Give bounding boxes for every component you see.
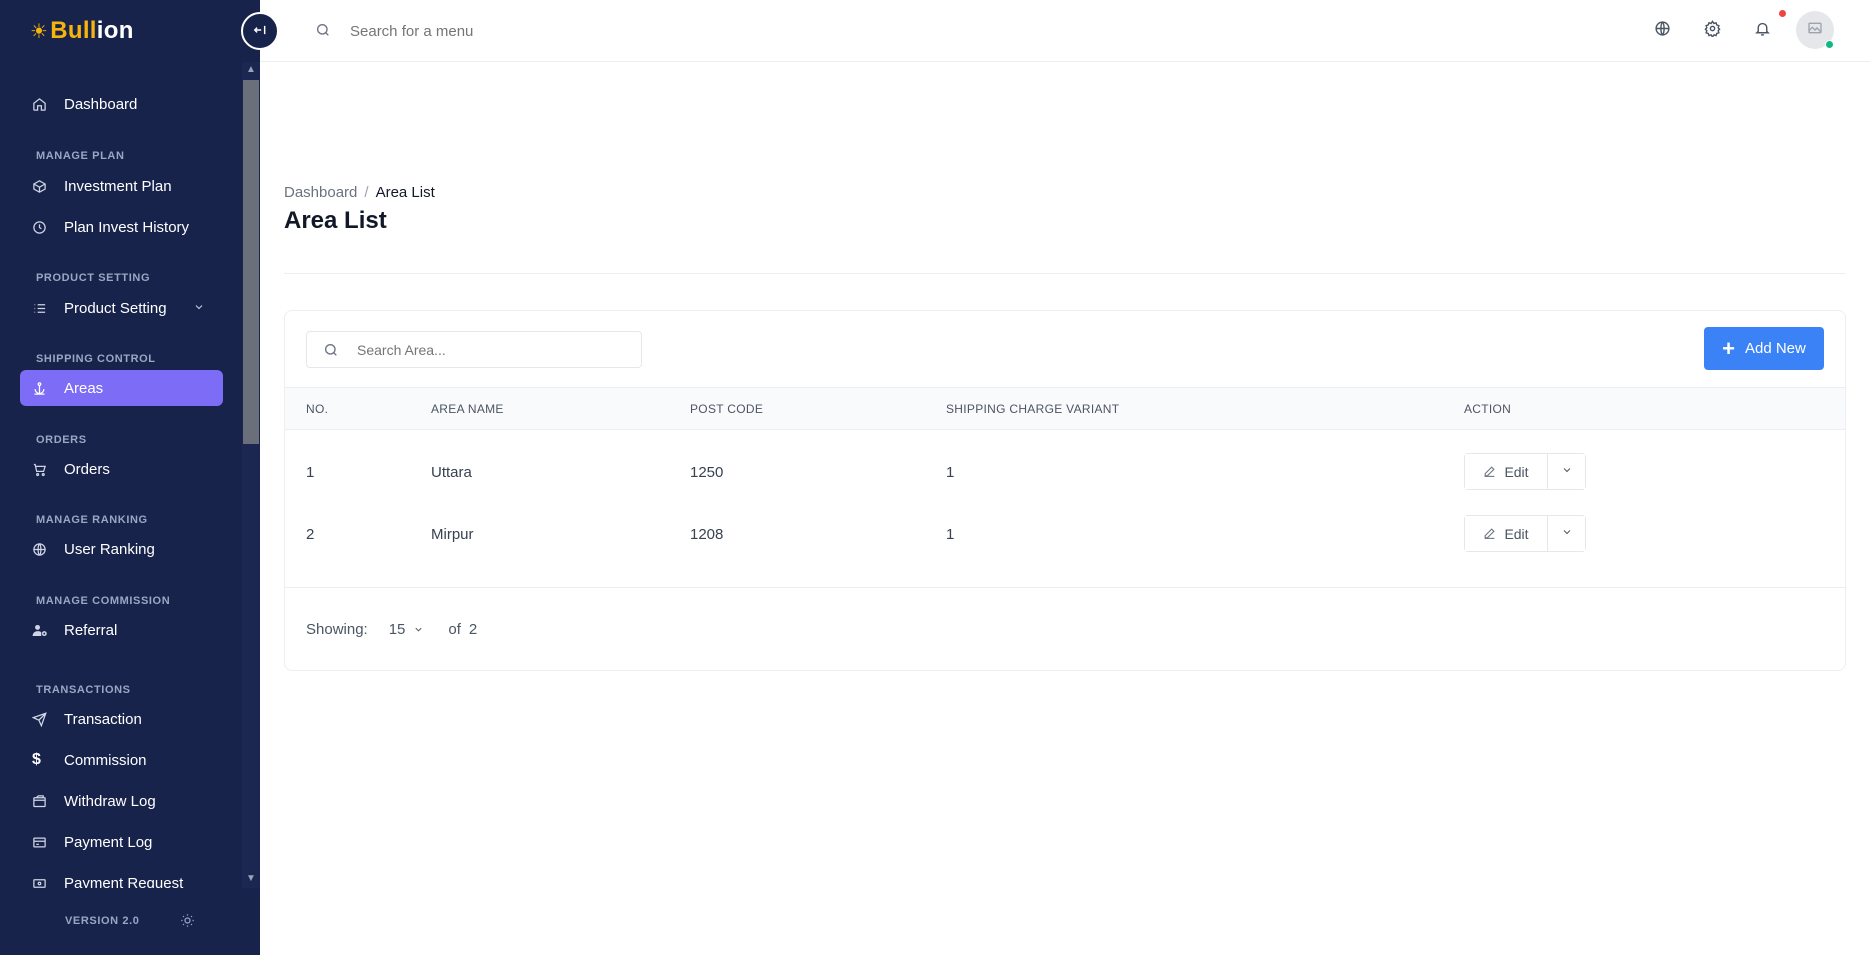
chevron-down-icon <box>413 624 424 635</box>
sidebar-item-referral[interactable]: Referral <box>20 612 223 648</box>
sidebar-section-manage-commission: MANAGE COMMISSION <box>36 595 171 607</box>
edit-icon <box>1483 465 1496 478</box>
sidebar-section-product-setting: PRODUCT SETTING <box>36 272 151 284</box>
sidebar-item-payment-request[interactable]: Payment Request <box>20 865 223 888</box>
sidebar-section-orders: ORDERS <box>36 434 87 446</box>
sidebar-item-withdraw-log[interactable]: Withdraw Log <box>20 783 223 819</box>
column-header-no[interactable]: NO. <box>306 402 328 416</box>
search-icon <box>323 342 339 363</box>
page-title: Area List <box>284 207 387 234</box>
sidebar-item-orders[interactable]: Orders <box>20 451 223 487</box>
clock-icon <box>20 220 64 235</box>
of-label: of <box>448 621 461 638</box>
breadcrumb-separator: / <box>364 184 369 201</box>
collapse-arrow-icon <box>253 23 267 40</box>
top-header <box>260 0 1870 62</box>
search-icon <box>315 22 331 43</box>
cell-area-name: Mirpur <box>431 526 474 543</box>
edit-button[interactable]: Edit <box>1465 454 1548 489</box>
sidebar-section-manage-ranking: MANAGE RANKING <box>36 514 148 526</box>
cell-shipping-variant: 1 <box>946 464 955 481</box>
table-row: 2 Mirpur 1208 1 Edit <box>285 503 1845 565</box>
cart-icon <box>20 462 64 477</box>
dollar-icon: $ <box>32 751 41 768</box>
divider <box>284 273 1846 274</box>
chevron-down-icon <box>1561 526 1573 541</box>
image-placeholder-icon <box>1807 20 1823 41</box>
online-status-dot <box>1825 40 1834 49</box>
version-label: VERSION 2.0 <box>65 915 140 927</box>
area-search-input[interactable] <box>357 340 627 360</box>
sidebar-item-user-ranking[interactable]: User Ranking <box>20 531 223 567</box>
area-search-box[interactable] <box>306 331 642 368</box>
edit-button[interactable]: Edit <box>1465 516 1548 551</box>
wallet-icon <box>20 794 64 809</box>
chevron-down-icon <box>193 300 205 317</box>
sidebar-item-plan-invest-history[interactable]: Plan Invest History <box>20 209 223 245</box>
send-icon <box>20 711 64 727</box>
total-count: 2 <box>468 621 478 638</box>
sidebar-item-transaction[interactable]: Transaction <box>20 701 223 737</box>
card-icon <box>20 835 64 850</box>
column-header-shipping-charge-variant[interactable]: SHIPPING CHARGE VARIANT <box>946 402 1119 416</box>
plus-icon: + <box>1722 335 1735 361</box>
table-row: 1 Uttara 1250 1 Edit <box>285 441 1845 503</box>
showing-label: Showing: <box>306 621 368 638</box>
sidebar-nav: Dashboard MANAGE PLAN Investment Plan Pl… <box>0 62 242 888</box>
sidebar-section-shipping-control: SHIPPING CONTROL <box>36 353 156 365</box>
globe-icon[interactable] <box>1654 20 1671 42</box>
row-action-group: Edit <box>1464 453 1586 490</box>
sun-logo-icon: ☀ <box>30 20 49 43</box>
sidebar-item-commission[interactable]: $ Commission <box>20 742 223 778</box>
row-actions-dropdown-button[interactable] <box>1548 516 1585 551</box>
column-header-area-name[interactable]: AREA NAME <box>431 402 504 416</box>
sidebar-collapse-button[interactable] <box>241 12 279 50</box>
row-actions-dropdown-button[interactable] <box>1548 454 1585 489</box>
cell-shipping-variant: 1 <box>946 526 955 543</box>
cell-area-name: Uttara <box>431 464 472 481</box>
sidebar-item-areas[interactable]: Areas <box>20 370 223 406</box>
sidebar-section-transactions: TRANSACTIONS <box>36 684 131 696</box>
edit-icon <box>1483 527 1496 540</box>
cell-no: 1 <box>306 464 315 481</box>
list-icon <box>20 301 64 316</box>
sidebar-section-manage-plan: MANAGE PLAN <box>36 150 125 162</box>
scroll-down-arrow-icon[interactable]: ▼ <box>242 872 260 886</box>
globe-icon <box>20 542 64 557</box>
sidebar-item-product-setting[interactable]: Product Setting <box>20 290 223 326</box>
gear-icon[interactable] <box>1704 20 1721 42</box>
table-header: NO. AREA NAME POST CODE SHIPPING CHARGE … <box>285 387 1845 430</box>
column-header-action: ACTION <box>1464 402 1512 416</box>
scroll-up-arrow-icon[interactable]: ▲ <box>242 63 260 77</box>
cell-post-code: 1208 <box>690 526 724 543</box>
anchor-icon <box>20 381 64 396</box>
column-header-post-code[interactable]: POST CODE <box>690 402 763 416</box>
breadcrumb: Dashboard / Area List <box>284 184 435 201</box>
menu-search-input[interactable] <box>350 18 750 44</box>
cash-icon <box>20 876 64 889</box>
notification-dot <box>1779 10 1786 17</box>
cell-no: 2 <box>306 526 315 543</box>
bell-icon[interactable] <box>1754 20 1771 42</box>
row-action-group: Edit <box>1464 515 1586 552</box>
box-icon <box>20 179 64 194</box>
user-gear-icon <box>20 623 64 638</box>
home-icon <box>20 97 64 112</box>
sun-theme-icon[interactable] <box>180 913 195 933</box>
chevron-down-icon <box>1561 464 1573 479</box>
brand-logo[interactable]: ☀ Bull ion <box>30 14 134 48</box>
sidebar-item-dashboard[interactable]: Dashboard <box>20 86 223 122</box>
pagination-info: Showing: 15 of 2 <box>306 621 477 638</box>
per-page-select[interactable]: 15 <box>389 621 425 638</box>
sidebar-item-investment-plan[interactable]: Investment Plan <box>20 168 223 204</box>
sidebar: ☀ Bull ion Dashboard MANAGE PLAN Investme… <box>0 0 260 955</box>
area-list-card: + Add New NO. AREA NAME POST CODE SHIPPI… <box>284 310 1846 671</box>
breadcrumb-current: Area List <box>375 184 435 201</box>
cell-post-code: 1250 <box>690 464 724 481</box>
divider <box>285 587 1845 588</box>
sidebar-item-payment-log[interactable]: Payment Log <box>20 824 223 860</box>
sidebar-scrollbar-thumb[interactable] <box>243 80 259 444</box>
breadcrumb-dashboard-link[interactable]: Dashboard <box>284 184 357 201</box>
add-new-button[interactable]: + Add New <box>1704 327 1824 370</box>
